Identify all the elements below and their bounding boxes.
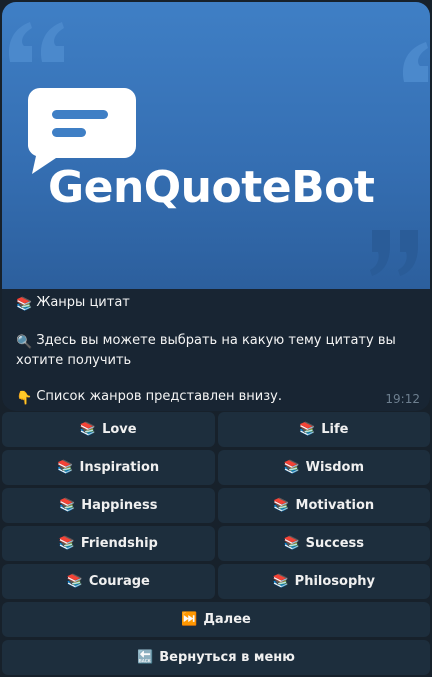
genre-button-courage[interactable]: 📚 Courage	[2, 564, 215, 599]
inline-keyboard: 📚 Love 📚 Life 📚 Inspiration 📚 Wisdom 📚 H…	[2, 412, 430, 677]
banner-image: GenQuoteBot	[2, 2, 430, 289]
magnifier-icon: 🔍	[16, 335, 33, 350]
back-to-menu-button[interactable]: 🔙 Вернуться в меню	[2, 640, 430, 675]
books-icon: 📚	[273, 498, 290, 513]
books-icon: 📚	[283, 536, 300, 551]
genre-button-success[interactable]: 📚 Success	[217, 526, 430, 561]
books-icon: 📚	[58, 536, 75, 551]
message-title: Жанры цитат	[36, 295, 130, 310]
books-icon: 📚	[283, 460, 300, 475]
books-icon: 📚	[16, 297, 33, 312]
genre-button-happiness[interactable]: 📚 Happiness	[2, 488, 215, 523]
message-timestamp: 19:12	[385, 392, 420, 406]
genre-button-wisdom[interactable]: 📚 Wisdom	[217, 450, 430, 485]
genre-button-friendship[interactable]: 📚 Friendship	[2, 526, 215, 561]
message-text: 📚 Жанры цитат 🔍 Здесь вы можете выбрать …	[16, 294, 416, 408]
quote-mark-icon	[370, 230, 418, 276]
message-title-line: 📚 Жанры цитат	[16, 294, 416, 314]
bot-message: GenQuoteBot 📚 Жанры цитат 🔍 Здесь вы мож…	[2, 2, 430, 411]
books-icon: 📚	[57, 460, 74, 475]
next-page-button[interactable]: ⏭️ Далее	[2, 602, 430, 637]
genre-button-inspiration[interactable]: 📚 Inspiration	[2, 450, 215, 485]
genre-button-life[interactable]: 📚 Life	[217, 412, 430, 447]
genre-button-philosophy[interactable]: 📚 Philosophy	[217, 564, 430, 599]
books-icon: 📚	[299, 422, 316, 437]
message-hint: Список жанров представлен внизу.	[36, 389, 282, 404]
books-icon: 📚	[79, 422, 97, 437]
quote-mark-icon	[8, 22, 64, 62]
genre-button-love[interactable]: 📚 Love	[2, 412, 215, 447]
books-icon: 📚	[66, 574, 83, 589]
books-icon: 📚	[59, 498, 76, 513]
next-track-icon: ⏭️	[181, 612, 198, 627]
quote-mark-icon	[402, 42, 428, 82]
back-arrow-icon: 🔙	[137, 650, 154, 665]
message-description: Здесь вы можете выбрать на какую тему ци…	[16, 333, 396, 368]
pointing-down-hand-icon: 👇	[16, 391, 33, 406]
books-icon: 📚	[272, 574, 289, 589]
genre-button-motivation[interactable]: 📚 Motivation	[217, 488, 430, 523]
banner-logo-text: GenQuoteBot	[48, 162, 375, 213]
message-hint-line: 👇 Список жанров представлен внизу.	[16, 388, 416, 408]
message-description-line: 🔍 Здесь вы можете выбрать на какую тему …	[16, 332, 416, 370]
